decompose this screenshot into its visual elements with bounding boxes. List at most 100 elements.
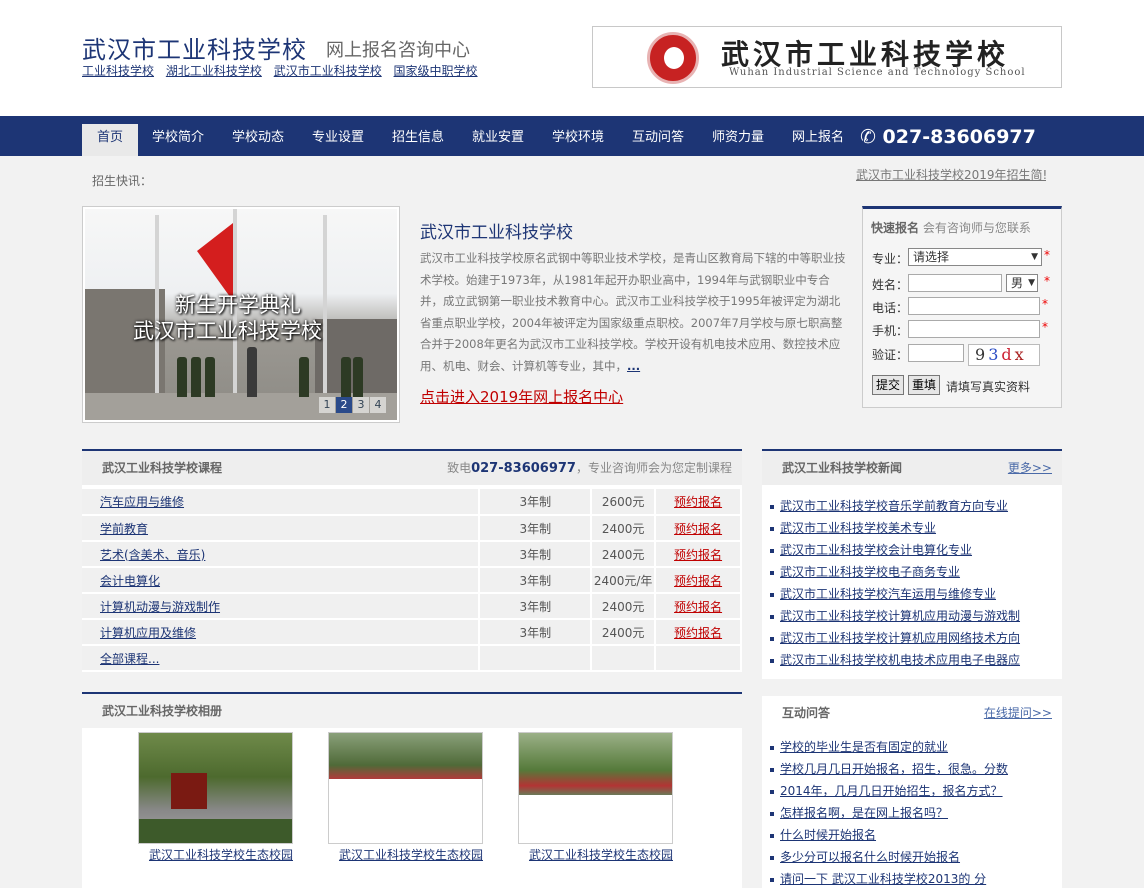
header-link[interactable]: 工业科技学校 [82,64,154,78]
register-center-link[interactable]: 点击进入2019年网上报名中心 [420,386,623,407]
nav-phone-number: 027-83606977 [882,126,1036,148]
nav-item-news[interactable]: 学校动态 [226,124,290,156]
chevron-down-icon: ▼ [1028,278,1035,288]
nav-item-faculty[interactable]: 师资力量 [706,124,770,156]
gender-select[interactable]: 男 ▼ [1006,274,1038,292]
course-name[interactable]: 汽车应用与维修 [82,489,481,516]
nav-item-register[interactable]: 网上报名 [786,124,850,156]
soldier-figure [177,357,187,397]
album-item[interactable]: 武汉工业科技学校生态校园 [518,732,684,863]
table-row: 学前教育 3年制 2400元 预约报名 [82,515,742,542]
header-link[interactable]: 武汉市工业科技学校 [274,64,382,78]
course-name[interactable]: 计算机动漫与游戏制作 [82,593,481,620]
course-duration: 3年制 [479,593,593,620]
courses-title: 武汉工业科技学校课程 [102,461,223,475]
album-item[interactable]: 武汉工业科技学校生态校园 [328,732,494,863]
required-mark: * [1042,320,1048,334]
intro-body: 武汉市工业科技学校原名武钢中等职业技术学校，是青山区教育局下辖的中等职业技术学校… [420,251,846,373]
list-item[interactable]: 武汉市工业科技学校汽车运用与维修专业 [766,583,1062,605]
garden-shape [139,819,292,843]
list-item[interactable]: 武汉市工业科技学校美术专业 [766,517,1062,539]
slide-dot-4[interactable]: 4 [370,397,386,413]
list-item[interactable]: 武汉市工业科技学校会计电算化专业 [766,539,1062,561]
captcha-char: 3 [988,345,1002,364]
album-caption[interactable]: 武汉工业科技学校生态校园 [518,846,684,863]
course-name[interactable]: 学前教育 [82,515,481,542]
school-news-title: 武汉工业科技学校新闻 [782,461,903,475]
course-price: 2600元 [591,489,657,516]
album-item[interactable]: 武汉工业科技学校生态校园 [138,732,304,863]
school-news-more-link[interactable]: 更多>> [1008,451,1052,485]
course-duration: 3年制 [479,515,593,542]
list-item[interactable]: 武汉市工业科技学校计算机应用网络技术方向 [766,627,1062,649]
nav-item-home[interactable]: 首页 [82,124,138,156]
courses-header: 武汉工业科技学校课程 致电027-83606977，专业咨询师会为您定制课程 [82,451,742,485]
book-link[interactable]: 预约报名 [655,489,742,516]
list-item[interactable]: 2014年，几月几日开始招生，报名方式？ [766,780,1062,802]
header-link[interactable]: 国家级中职学校 [394,64,478,78]
soldier-figure [341,357,351,397]
course-name[interactable]: 会计电算化 [82,567,481,594]
header-links: 工业科技学校 湖北工业科技学校 武汉市工业科技学校 国家级中职学校 [82,62,486,79]
captcha-char: x [1014,345,1027,364]
ask-online-link[interactable]: 在线提问>> [984,696,1052,730]
site-title[interactable]: 武汉市工业科技学校 [82,30,307,65]
album-panel: 武汉工业科技学校相册 武汉工业科技学校生态校园 武汉工业科技学校生态校园 武汉工… [82,692,742,888]
mobile-label: 手机： [872,324,909,338]
album-title: 武汉工业科技学校相册 [102,704,223,718]
reset-button[interactable]: 重填 [908,375,941,395]
phone-input[interactable] [908,297,1040,315]
album-caption[interactable]: 武汉工业科技学校生态校园 [138,846,304,863]
mobile-input[interactable] [908,320,1040,338]
phone-icon: ✆ [860,126,876,148]
name-input[interactable] [908,274,1002,292]
slideshow[interactable]: 新生开学典礼 武汉市工业科技学校 1234 [82,206,400,423]
course-duration: 3年制 [479,619,593,646]
nav-item-admission[interactable]: 招生信息 [386,124,450,156]
captcha-input[interactable] [908,344,964,362]
slide-dot-1[interactable]: 1 [319,397,335,413]
course-price: 2400元/年 [591,567,657,594]
list-item[interactable]: 学校几月几日开始报名，招生，很急。分数 [766,758,1062,780]
nav-item-about[interactable]: 学校简介 [146,124,210,156]
nav-item-qa[interactable]: 互动问答 [626,124,690,156]
submit-button[interactable]: 提交 [872,375,905,395]
all-courses-link[interactable]: 全部课程... [82,645,481,672]
nav-item-employment[interactable]: 就业安置 [466,124,530,156]
course-name[interactable]: 艺术(含美术、音乐) [82,541,481,568]
book-link[interactable]: 预约报名 [655,567,742,594]
empty-cell [591,645,657,672]
school-news-list: 武汉市工业科技学校音乐学前教育方向专业 武汉市工业科技学校美术专业 武汉市工业科… [762,485,1062,671]
list-item[interactable]: 武汉市工业科技学校机电技术应用电子电器应 [766,649,1062,671]
album-caption[interactable]: 武汉工业科技学校生态校园 [328,846,494,863]
quick-form-subtitle: 会有咨询师与您联系 [922,221,1031,235]
table-row: 会计电算化 3年制 2400元/年 预约报名 [82,567,742,594]
course-name[interactable]: 计算机应用及维修 [82,619,481,646]
captcha-image[interactable]: 93dx [968,344,1040,366]
slide-dot-2[interactable]: 2 [336,397,352,413]
book-link[interactable]: 预约报名 [655,515,742,542]
list-item[interactable]: 学校的毕业生是否有固定的就业 [766,736,1062,758]
captcha-char: d [1001,345,1015,364]
intro-more-link[interactable]: ... [627,359,640,373]
list-item[interactable]: 怎样报名啊，是在网上报名吗？ [766,802,1062,824]
courses-table: 汽车应用与维修 3年制 2600元 预约报名 学前教育 3年制 2400元 预约报名 艺术(… [82,489,742,672]
book-link[interactable]: 预约报名 [655,541,742,568]
list-item[interactable]: 武汉市工业科技学校电子商务专业 [766,561,1062,583]
slide-dot-3[interactable]: 3 [353,397,369,413]
intro-text: 武汉市工业科技学校原名武钢中等职业技术学校，是青山区教育局下辖的中等职业技术学校… [420,248,850,377]
book-link[interactable]: 预约报名 [655,593,742,620]
major-select[interactable]: 请选择 ▼ [908,248,1042,266]
list-item[interactable]: 武汉市工业科技学校计算机应用动漫与游戏制 [766,605,1062,627]
person-figure [247,347,257,397]
news-ticker-text[interactable]: 武汉市工业科技学校2019年招生简! [856,166,1046,183]
list-item[interactable]: 多少分可以报名什么时候开始报名 [766,846,1062,868]
nav-item-environment[interactable]: 学校环境 [546,124,610,156]
list-item[interactable]: 武汉市工业科技学校音乐学前教育方向专业 [766,495,1062,517]
book-link[interactable]: 预约报名 [655,619,742,646]
header-link[interactable]: 湖北工业科技学校 [166,64,262,78]
list-item[interactable]: 什么时候开始报名 [766,824,1062,846]
nav-item-majors[interactable]: 专业设置 [306,124,370,156]
album-photo [518,732,673,844]
list-item[interactable]: 请问一下 武汉工业科技学校2013的 分 [766,868,1062,888]
